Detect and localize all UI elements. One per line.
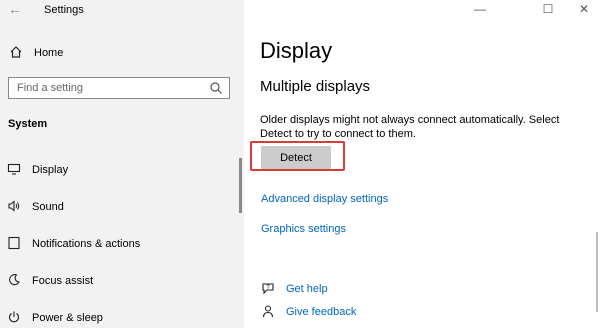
title-bar: ← Settings — ☐ ✕ [0, 0, 600, 20]
home-icon [8, 45, 24, 62]
sound-icon [6, 199, 22, 216]
search-icon[interactable] [209, 81, 223, 95]
back-arrow-icon[interactable]: ← [8, 0, 24, 18]
give-feedback-link[interactable]: Give feedback [286, 306, 356, 318]
sidebar-item-power-sleep[interactable]: Power & sleep [6, 309, 103, 327]
sidebar-item-sound[interactable]: Sound [6, 198, 64, 216]
display-icon [6, 162, 22, 179]
get-help-link[interactable]: Get help [286, 283, 328, 295]
main-scrollbar[interactable] [596, 232, 598, 312]
nav-home[interactable]: Home [8, 44, 63, 62]
focus-assist-icon [6, 273, 22, 290]
sidebar-item-display[interactable]: Display [6, 161, 68, 179]
feedback-icon [260, 304, 276, 321]
sidebar-item-focus-assist[interactable]: Focus assist [6, 272, 93, 290]
minimize-icon[interactable]: — [470, 0, 490, 18]
section-system: System [8, 118, 48, 130]
maximize-icon[interactable]: ☐ [538, 0, 558, 18]
highlight-box [250, 141, 345, 171]
sidebar-item-label: Focus assist [32, 275, 94, 287]
page-title: Display [260, 38, 333, 63]
help-icon: ? [260, 281, 276, 298]
description-text: Older displays might not always connect … [260, 114, 560, 140]
sidebar-item-label: Notifications & actions [32, 238, 141, 250]
search-input[interactable]: Find a setting [17, 82, 83, 94]
sidebar-scrollbar[interactable] [239, 158, 242, 213]
app-title: Settings [44, 4, 84, 16]
sidebar-item-notifications[interactable]: Notifications & actions [6, 235, 140, 253]
sidebar-item-label: Sound [32, 201, 64, 213]
sidebar-item-label: Power & sleep [32, 312, 103, 324]
advanced-display-settings-link[interactable]: Advanced display settings [261, 193, 388, 205]
get-help-row[interactable]: ? Get help [260, 281, 328, 297]
section-title: Multiple displays [260, 78, 371, 95]
give-feedback-row[interactable]: Give feedback [260, 304, 356, 320]
search-box[interactable]: Find a setting [8, 77, 230, 99]
home-label: Home [34, 47, 64, 59]
power-icon [6, 310, 22, 327]
graphics-settings-link[interactable]: Graphics settings [261, 223, 346, 235]
sidebar-item-label: Display [32, 164, 69, 176]
notifications-icon [6, 236, 22, 253]
close-icon[interactable]: ✕ [574, 0, 594, 18]
